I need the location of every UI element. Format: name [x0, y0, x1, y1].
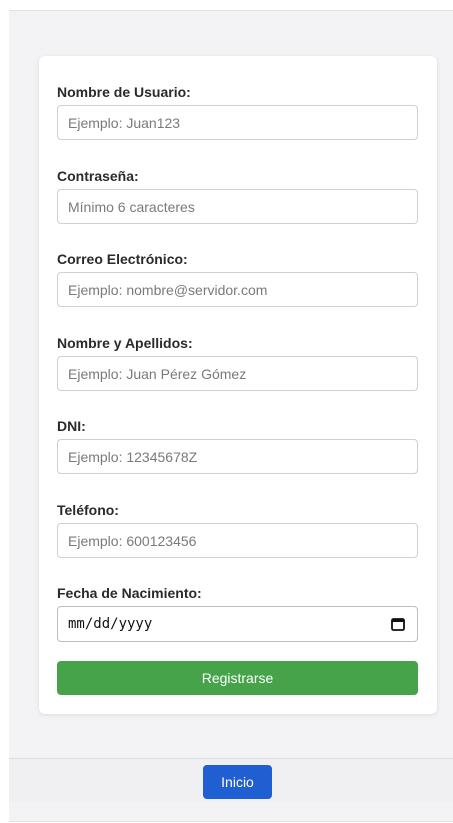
email-label: Correo Electrónico: [57, 251, 188, 267]
home-button[interactable]: Inicio [203, 765, 272, 799]
username-input[interactable] [57, 105, 418, 140]
birthdate-input[interactable]: mm/dd/yyyy [57, 606, 418, 642]
register-button[interactable]: Registrarse [57, 661, 418, 695]
phone-input[interactable] [57, 523, 418, 558]
password-input[interactable] [57, 189, 418, 224]
birthdate-value: mm/dd/yyyy [68, 616, 153, 632]
fullname-label: Nombre y Apellidos: [57, 335, 193, 351]
username-label: Nombre de Usuario: [57, 84, 191, 100]
birthdate-label: Fecha de Nacimiento: [57, 585, 202, 601]
password-label: Contraseña: [57, 168, 139, 184]
dni-input[interactable] [57, 439, 418, 474]
fullname-input[interactable] [57, 356, 418, 391]
page: Nombre de Usuario: Contraseña: Correo El… [0, 0, 453, 823]
phone-label: Teléfono: [57, 502, 119, 518]
dni-label: DNI: [57, 418, 86, 434]
email-input[interactable] [57, 272, 418, 307]
calendar-icon[interactable] [391, 617, 405, 631]
